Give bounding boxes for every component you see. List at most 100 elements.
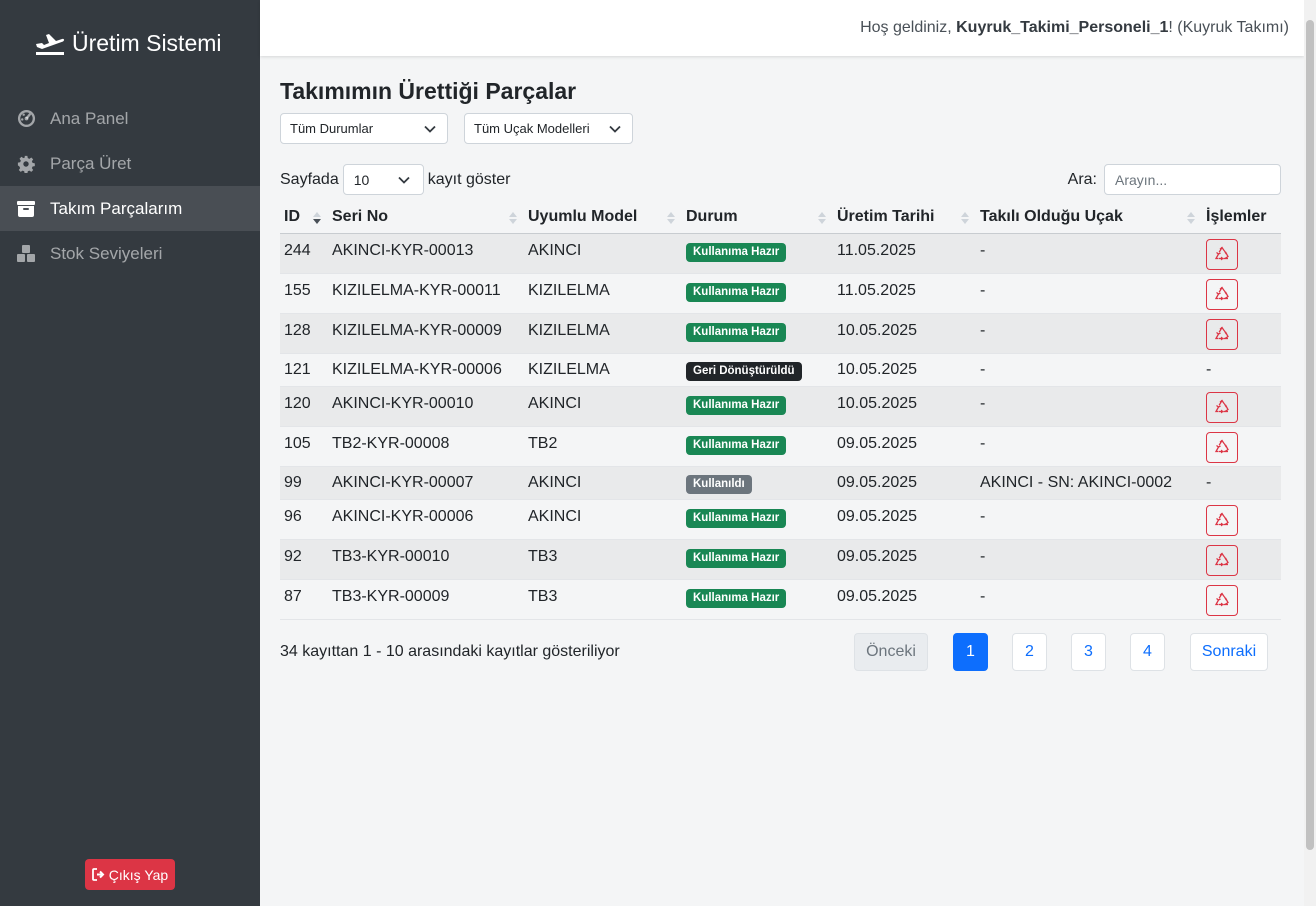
- recycle-button[interactable]: [1206, 391, 1238, 423]
- sidebar-item-takim-parcalarim[interactable]: Takım Parçalarım: [0, 186, 260, 231]
- cell-actions: [1202, 499, 1281, 540]
- cell-date: 09.05.2025: [833, 499, 976, 540]
- page-title: Takımımın Ürettiği Parçalar: [280, 78, 577, 104]
- status-filter-value: Tüm Durumlar: [290, 121, 374, 136]
- length-prefix: Sayfada: [280, 170, 339, 188]
- cell-status: Kullanıma Hazır: [682, 579, 833, 620]
- scrollbar[interactable]: [1304, 0, 1316, 906]
- cell-status: Geri Dönüştürüldü: [682, 353, 833, 387]
- cell-status: Kullanıma Hazır: [682, 539, 833, 580]
- page-length-control: Sayfada 10 kayıt göster: [280, 164, 510, 195]
- page-length-select[interactable]: 10: [342, 164, 424, 195]
- sign-out-icon: [91, 868, 105, 881]
- sort-icon: [1187, 212, 1195, 224]
- length-suffix: kayıt göster: [427, 170, 511, 188]
- pagination: Önceki 1 2 3 4 Sonraki: [854, 633, 1268, 671]
- table-row: 120 AKINCI-KYR-00010 AKINCI Kullanıma Hazır…: [280, 386, 1281, 427]
- logout-label: Çıkış Yap: [108, 866, 169, 883]
- sidebar-item-parca-uret[interactable]: Parça Üret: [0, 141, 260, 186]
- status-filter-select[interactable]: Tüm Durumlar: [280, 113, 448, 144]
- pagination-page-4[interactable]: 4: [1130, 633, 1165, 671]
- status-badge: Kullanıma Hazır: [686, 322, 787, 342]
- cell-serial: AKINCI-KYR-00007: [328, 466, 524, 500]
- welcome-prefix: Hoş geldiniz,: [860, 19, 957, 36]
- cell-id: 244: [280, 233, 328, 274]
- cell-aircraft: -: [976, 426, 1202, 467]
- cell-date: 09.05.2025: [833, 426, 976, 467]
- pagination-page-2[interactable]: 2: [1012, 633, 1047, 671]
- pagination-prev-button[interactable]: Önceki: [854, 633, 928, 671]
- cell-status: Kullanıma Hazır: [682, 273, 833, 314]
- cell-date: 10.05.2025: [833, 353, 976, 387]
- topbar: Hoş geldiniz, Kuyruk_Takimi_Personeli_1!…: [260, 0, 1304, 56]
- sidebar-item-ana-panel[interactable]: Ana Panel: [0, 96, 260, 141]
- col-header-takili-ucak[interactable]: Takılı Olduğu Uçak: [976, 202, 1202, 234]
- cell-serial: TB3-KYR-00010: [328, 539, 524, 580]
- recycle-button[interactable]: [1206, 504, 1238, 536]
- cell-actions: [1202, 273, 1281, 314]
- cell-date: 11.05.2025: [833, 273, 976, 314]
- cell-model: TB3: [524, 539, 682, 580]
- sidebar-nav: Ana Panel Parça Üret Takım Parçalarım St…: [0, 96, 260, 276]
- logout-button[interactable]: Çıkış Yap: [85, 859, 175, 890]
- recycle-icon: [1214, 512, 1229, 527]
- cell-date: 11.05.2025: [833, 233, 976, 274]
- recycle-button[interactable]: [1206, 431, 1238, 463]
- cell-model: AKINCI: [524, 466, 682, 500]
- page-length-value: 10: [353, 171, 370, 188]
- pagination-page-3[interactable]: 3: [1071, 633, 1106, 671]
- cell-actions: [1202, 386, 1281, 427]
- sidebar-item-stok-seviyeleri[interactable]: Stok Seviyeleri: [0, 231, 260, 276]
- recycle-button[interactable]: [1206, 278, 1238, 310]
- cell-status: Kullanıma Hazır: [682, 233, 833, 274]
- sidebar-item-label: Takım Parçalarım: [50, 198, 183, 218]
- cell-id: 121: [280, 353, 328, 387]
- table-row: 105 TB2-KYR-00008 TB2 Kullanıma Hazır 09.05.…: [280, 426, 1281, 467]
- cell-actions: [1202, 426, 1281, 467]
- col-header-uretim-tarihi[interactable]: Üretim Tarihi: [833, 202, 976, 234]
- sidebar-item-label: Stok Seviyeleri: [50, 243, 163, 263]
- welcome-suffix: ! (Kuyruk Takımı): [1168, 19, 1289, 36]
- brand[interactable]: Üretim Sistemi: [34, 30, 222, 57]
- col-header-durum[interactable]: Durum: [682, 202, 833, 234]
- cell-serial: TB2-KYR-00008: [328, 426, 524, 467]
- cell-aircraft: -: [976, 386, 1202, 427]
- status-badge: Kullanıldı: [686, 474, 752, 494]
- scroll-thumb[interactable]: [1306, 20, 1314, 850]
- table-row: 121 KIZILELMA-KYR-00006 KIZILELMA Geri Dönü…: [280, 353, 1281, 387]
- recycle-button[interactable]: [1206, 318, 1238, 350]
- col-header-uyumlu-model[interactable]: Uyumlu Model: [524, 202, 682, 234]
- recycle-button[interactable]: [1206, 584, 1238, 616]
- pagination-page-1[interactable]: 1: [953, 633, 988, 671]
- status-badge: Kullanıma Hazır: [686, 508, 787, 528]
- recycle-icon: [1214, 246, 1229, 261]
- cell-status: Kullanıma Hazır: [682, 426, 833, 467]
- chevron-down-icon: [398, 176, 410, 184]
- recycle-button[interactable]: [1206, 544, 1238, 576]
- recycle-icon: [1214, 399, 1229, 414]
- parts-table: ID Seri No Uyumlu Model Durum Üretim Tar…: [280, 202, 1281, 620]
- archive-icon: [16, 199, 36, 219]
- recycle-icon: [1214, 592, 1229, 607]
- table-row: 99 AKINCI-KYR-00007 AKINCI Kullanıldı 09.05.…: [280, 466, 1281, 500]
- cell-id: 96: [280, 499, 328, 540]
- cell-model: TB3: [524, 579, 682, 620]
- col-header-id[interactable]: ID: [280, 202, 328, 234]
- gear-icon: [16, 154, 36, 174]
- model-filter-select[interactable]: Tüm Uçak Modelleri: [464, 113, 633, 144]
- cell-actions: -: [1202, 466, 1281, 500]
- dashboard-icon: [16, 109, 36, 129]
- table-row: 96 AKINCI-KYR-00006 AKINCI Kullanıma Hazır 0…: [280, 499, 1281, 540]
- recycle-button[interactable]: [1206, 238, 1238, 270]
- status-badge: Kullanıma Hazır: [686, 395, 787, 415]
- pagination-next-button[interactable]: Sonraki: [1190, 633, 1268, 671]
- cell-id: 120: [280, 386, 328, 427]
- status-badge: Kullanıma Hazır: [686, 282, 787, 302]
- recycle-icon: [1214, 552, 1229, 567]
- table-header-row: ID Seri No Uyumlu Model Durum Üretim Tar…: [280, 202, 1281, 234]
- col-header-seri-no[interactable]: Seri No: [328, 202, 524, 234]
- table-row: 244 AKINCI-KYR-00013 AKINCI Kullanıma Hazır…: [280, 233, 1281, 274]
- cell-id: 105: [280, 426, 328, 467]
- cell-aircraft: -: [976, 233, 1202, 274]
- search-input[interactable]: [1104, 164, 1281, 195]
